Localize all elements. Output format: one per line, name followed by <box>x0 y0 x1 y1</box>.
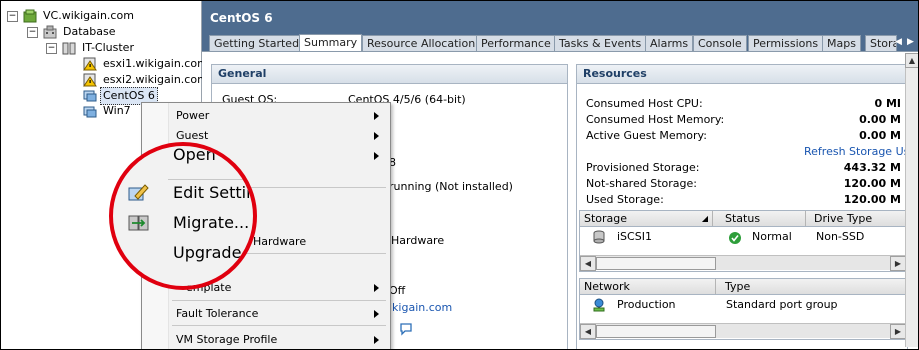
collapse-icon[interactable]: − <box>27 27 38 38</box>
scroll-left-icon[interactable]: ◀ <box>580 256 596 271</box>
tab-performance[interactable]: Performance <box>476 35 556 52</box>
consumed-memory-value: 0.00 M <box>859 113 901 126</box>
cluster-icon <box>62 41 76 55</box>
tree-label-datacenter: Database <box>63 25 116 38</box>
vcenter-icon <box>23 9 37 23</box>
not-shared-storage-value: 120.00 M <box>843 177 901 190</box>
tree-label-host: esxi1.wikigain.com <box>103 57 208 70</box>
upgrade-hardware-tail: Hardware <box>391 234 445 247</box>
active-memory-label: Active Guest Memory: <box>586 129 707 142</box>
provisioned-storage-value: 443.32 M <box>843 161 901 174</box>
menu-item-vm-storage-profile[interactable]: VM Storage Profile <box>176 333 277 346</box>
host-link-fragment[interactable]: ikigain.com <box>389 301 452 314</box>
scroll-thumb[interactable] <box>596 257 716 270</box>
content-vertical-scrollbar[interactable]: ▲ <box>905 53 918 347</box>
tab-console[interactable]: Console <box>693 35 747 52</box>
general-panel-title: General <box>212 65 567 84</box>
chat-icon[interactable] <box>399 322 413 336</box>
datastore-icon <box>592 230 606 244</box>
resources-panel: Resources Consumed Host CPU: 0 MI Consum… <box>576 64 916 349</box>
menu-item-guest[interactable]: Guest <box>176 129 208 142</box>
network-type: Standard port group <box>726 298 838 311</box>
vmware-tools-status: running (Not installed) <box>389 180 513 193</box>
datacenter-icon <box>43 25 57 39</box>
used-storage-label: Used Storage: <box>586 193 664 206</box>
tree-label-vm: Win7 <box>103 104 131 117</box>
consumed-cpu-label: Consumed Host CPU: <box>586 97 703 110</box>
tab-scroll-left-icon[interactable]: ◀ <box>894 36 903 48</box>
submenu-arrow-icon <box>374 310 379 318</box>
host-warning-icon <box>83 57 97 71</box>
provisioned-storage-label: Provisioned Storage: <box>586 161 700 174</box>
tab-strip: Getting Started Summary Resource Allocat… <box>202 34 918 52</box>
tab-summary[interactable]: Summary <box>299 34 363 52</box>
submenu-arrow-icon <box>374 132 379 140</box>
tab-permissions[interactable]: Permissions <box>748 35 824 52</box>
tab-resource-allocation[interactable]: Resource Allocation <box>362 35 481 52</box>
tree-label-host: esxi2.wikigain.com <box>103 73 208 86</box>
status-ok-icon <box>728 231 742 245</box>
tab-storage-views[interactable]: Stora <box>865 35 897 52</box>
tab-maps[interactable]: Maps <box>822 35 861 52</box>
network-column-header[interactable]: Network <box>580 279 716 294</box>
menu-item-fault-tolerance[interactable]: Fault Tolerance <box>176 307 258 320</box>
drive-type-column-header[interactable]: Drive Type <box>810 211 906 226</box>
page-title: CentOS 6 <box>210 11 273 25</box>
status-column-header[interactable]: Status <box>721 211 806 226</box>
network-table: Network Type Production Standard port gr… <box>579 278 907 340</box>
host-warning-icon <box>83 73 97 87</box>
datastore-status: Normal <box>752 230 792 243</box>
tab-alarms[interactable]: Alarms <box>645 35 694 52</box>
datastore-name: iSCSI1 <box>617 230 652 243</box>
scroll-up-icon[interactable]: ▲ <box>905 53 918 68</box>
submenu-arrow-icon <box>374 152 379 160</box>
used-storage-value: 120.00 M <box>843 193 901 206</box>
collapse-icon[interactable]: − <box>46 43 57 54</box>
menu-separator <box>172 300 386 301</box>
scroll-left-icon[interactable]: ◀ <box>580 324 596 339</box>
vm-icon <box>83 88 97 102</box>
scroll-right-icon[interactable]: ▶ <box>890 256 906 271</box>
datastore-drive-type: Non-SSD <box>816 230 865 243</box>
storage-column-header[interactable]: Storage ◢ <box>580 211 713 226</box>
network-icon <box>592 298 606 312</box>
active-memory-value: 0.00 M <box>859 129 901 142</box>
type-column-header[interactable]: Type <box>721 279 906 294</box>
storage-table: Storage ◢ Status Drive Type iSCSI1 Normal… <box>579 210 907 272</box>
tab-scroll-right-icon[interactable]: ▶ <box>906 36 915 48</box>
storage-table-scrollbar[interactable]: ◀ ▶ <box>580 255 906 271</box>
vsphere-client-window: − VC.wikigain.com − Database − IT-Cluste… <box>0 0 919 350</box>
refresh-storage-link[interactable]: Refresh Storage Usa <box>804 145 916 158</box>
object-header: CentOS 6 <box>202 1 918 35</box>
resources-panel-title: Resources <box>577 65 907 84</box>
highlight-circle <box>109 142 257 290</box>
submenu-arrow-icon <box>374 112 379 120</box>
submenu-arrow-icon <box>374 336 379 344</box>
tab-tasks-events[interactable]: Tasks & Events <box>554 35 647 52</box>
sort-icon: ◢ <box>701 214 708 223</box>
collapse-icon[interactable]: − <box>7 11 18 22</box>
storage-header-label: Storage <box>584 212 628 225</box>
menu-item-upgrade-hardware-fragment[interactable]: Hardware <box>253 235 306 248</box>
submenu-arrow-icon <box>374 284 379 292</box>
network-table-scrollbar[interactable]: ◀ ▶ <box>580 323 906 339</box>
network-table-header: Network Type <box>580 279 906 295</box>
vm-icon <box>83 104 97 118</box>
scroll-right-icon[interactable]: ▶ <box>890 324 906 339</box>
tab-getting-started[interactable]: Getting Started <box>209 35 305 52</box>
power-state-fragment: Off <box>389 284 406 297</box>
storage-table-header: Storage ◢ Status Drive Type <box>580 211 906 227</box>
menu-item-power[interactable]: Power <box>176 109 209 122</box>
consumed-memory-label: Consumed Host Memory: <box>586 113 725 126</box>
menu-separator <box>172 325 386 326</box>
not-shared-storage-label: Not-shared Storage: <box>586 177 697 190</box>
consumed-cpu-value: 0 MI <box>874 97 901 110</box>
tree-label-vcenter: VC.wikigain.com <box>43 9 134 22</box>
network-name: Production <box>617 298 676 311</box>
scroll-thumb[interactable] <box>596 325 716 338</box>
tree-label-cluster: IT-Cluster <box>82 41 134 54</box>
